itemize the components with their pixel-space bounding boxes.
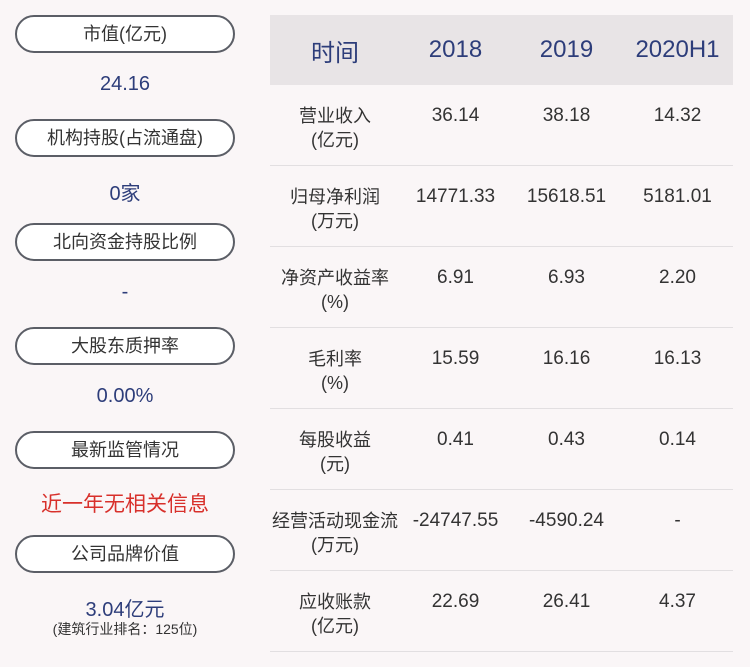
- financial-table: 时间 2018 2019 2020H1 营业收入 (亿元) 36.14 38.18…: [270, 15, 733, 652]
- table-row: 经营活动现金流 (万元) -24747.55 -4590.24 -: [270, 490, 733, 571]
- cell-2020h1: -: [674, 510, 681, 531]
- cell-2019: 0.43: [548, 429, 585, 450]
- cell-2018: 14771.33: [415, 186, 496, 207]
- row-label: 经营活动现金流 (万元): [270, 490, 400, 570]
- cell-2018: 0.41: [437, 429, 474, 450]
- row-label-unit: (%): [321, 373, 349, 393]
- cell-2018: 15.59: [431, 348, 480, 369]
- cell-2020h1: 16.13: [653, 348, 702, 369]
- table-header: 时间 2018 2019 2020H1: [270, 15, 733, 85]
- header-2018: 2018: [428, 36, 483, 63]
- northbound-ratio-value: -: [121, 281, 129, 303]
- regulatory-status-value: 近一年无相关信息: [41, 493, 209, 516]
- pledge-rate-label: 大股东质押率: [15, 327, 235, 365]
- brand-value-label: 公司品牌价值: [15, 535, 235, 573]
- table-row: 净资产收益率 (%) 6.91 6.93 2.20: [270, 247, 733, 328]
- row-label-main: 净资产收益率: [281, 268, 389, 288]
- brand-value-value: 3.04亿元: [85, 599, 165, 621]
- cell-2018: 6.91: [437, 267, 474, 288]
- regulatory-status-label: 最新监管情况: [15, 431, 235, 469]
- row-label-unit: (亿元): [311, 130, 359, 150]
- cell-2019: 38.18: [542, 105, 591, 126]
- table-row: 毛利率 (%) 15.59 16.16 16.13: [270, 328, 733, 409]
- cell-2020h1: 0.14: [659, 429, 696, 450]
- row-label-unit: (亿元): [311, 616, 359, 636]
- cell-2020h1: 4.37: [659, 591, 696, 612]
- row-label: 营业收入 (亿元): [270, 85, 400, 165]
- cell-2020h1: 2.20: [659, 267, 696, 288]
- header-2019: 2019: [539, 36, 594, 63]
- cell-2019: -4590.24: [528, 510, 604, 531]
- header-2020h1: 2020H1: [635, 36, 720, 63]
- cell-2019: 26.41: [542, 591, 591, 612]
- row-label-main: 应收账款: [299, 592, 371, 612]
- table-row: 应收账款 (亿元) 22.69 26.41 4.37: [270, 571, 733, 652]
- cell-2019: 16.16: [542, 348, 591, 369]
- brand-rank-note: (建筑行业排名：125位): [52, 621, 198, 637]
- row-label: 净资产收益率 (%): [270, 247, 400, 327]
- cell-2018: -24747.55: [412, 510, 499, 531]
- row-label-main: 毛利率: [308, 349, 362, 369]
- cell-2018: 36.14: [431, 105, 480, 126]
- northbound-ratio-label: 北向资金持股比例: [15, 223, 235, 261]
- row-label-unit: (%): [321, 292, 349, 312]
- institutional-holding-label: 机构持股(占流通盘): [15, 119, 235, 157]
- market-cap-value: 24.16: [99, 73, 151, 95]
- cell-2020h1: 5181.01: [643, 186, 712, 207]
- table-row: 营业收入 (亿元) 36.14 38.18 14.32: [270, 85, 733, 166]
- row-label: 归母净利润 (万元): [270, 166, 400, 246]
- row-label-main: 每股收益: [299, 430, 371, 450]
- pledge-rate-value: 0.00%: [96, 385, 154, 407]
- row-label: 应收账款 (亿元): [270, 571, 400, 651]
- row-label: 每股收益 (元): [270, 409, 400, 489]
- table-row: 每股收益 (元) 0.41 0.43 0.14: [270, 409, 733, 490]
- left-panel: 市值(亿元) 24.16 机构持股(占流通盘) 0家 北向资金持股比例 - 大股…: [0, 0, 250, 667]
- table-row: 归母净利润 (万元) 14771.33 15618.51 5181.01: [270, 166, 733, 247]
- row-label-unit: (万元): [311, 211, 359, 231]
- row-label-unit: (元): [320, 454, 350, 474]
- cell-2018: 22.69: [431, 591, 480, 612]
- row-label-main: 营业收入: [299, 106, 371, 126]
- cell-2020h1: 14.32: [653, 105, 702, 126]
- header-time: 时间: [311, 39, 359, 67]
- row-label-main: 归母净利润: [290, 187, 380, 207]
- institutional-holding-value: 0家: [109, 183, 141, 205]
- row-label-unit: (万元): [311, 535, 359, 555]
- row-label-main: 经营活动现金流: [272, 511, 398, 531]
- cell-2019: 15618.51: [526, 186, 607, 207]
- cell-2019: 6.93: [548, 267, 585, 288]
- row-label: 毛利率 (%): [270, 328, 400, 408]
- market-cap-label: 市值(亿元): [15, 15, 235, 53]
